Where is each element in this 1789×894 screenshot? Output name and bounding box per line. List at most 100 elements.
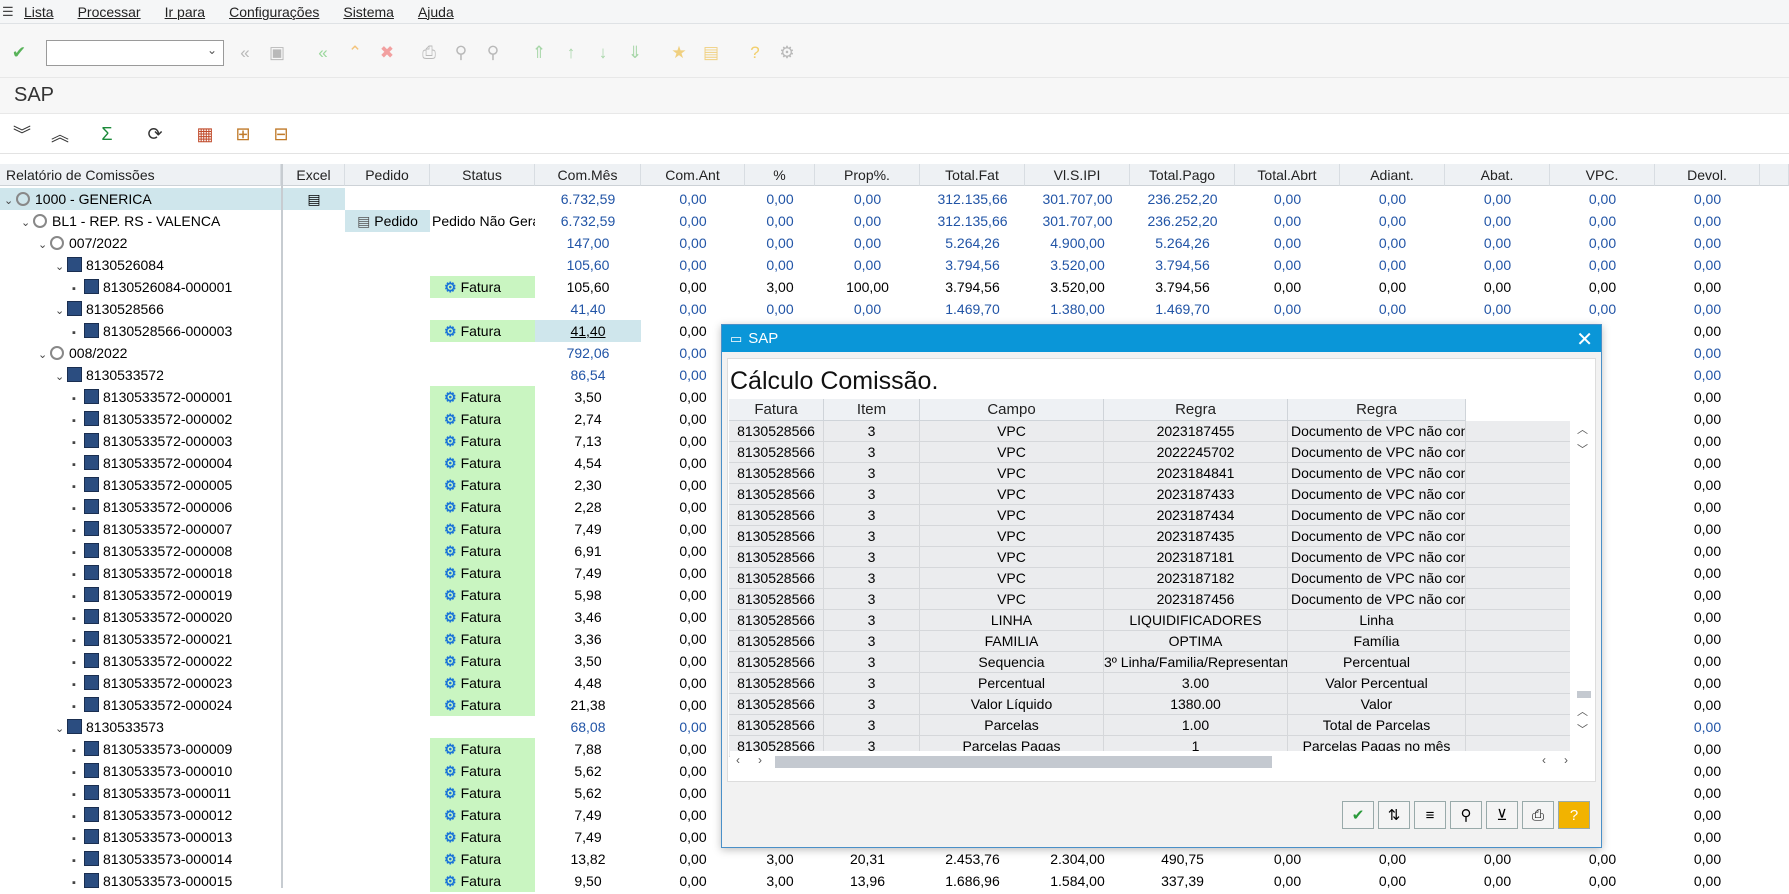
value-cell[interactable]: 7,49 [535,804,641,826]
tree-node[interactable]: ⌄ 008/2022 [38,342,281,364]
value-cell[interactable]: 6,91 [535,540,641,562]
popup-cell[interactable]: VPC [920,421,1104,442]
value-cell[interactable]: 0,00 [1235,298,1340,320]
shortcut-icon[interactable]: ▤ [700,42,722,64]
value-cell[interactable]: 5.264,26 [1130,232,1235,254]
popup-cell[interactable]: Valor Líquido [920,694,1104,715]
value-cell[interactable]: 3,36 [535,628,641,650]
column-header[interactable]: Vl.S.IPI [1025,164,1130,186]
value-cell[interactable]: 0,00 [1655,474,1760,496]
value-cell[interactable]: 41,40 [535,320,641,342]
popup-row[interactable]: 8130528566 3 VPC 2023187181 Documento de VPC… [729,547,1570,568]
value-cell[interactable]: 792,06 [535,342,641,364]
value-cell[interactable]: 0,00 [1340,254,1445,276]
popup-cell[interactable]: 8130528566 [729,463,824,484]
last-page-icon[interactable]: ⇓ [624,42,646,64]
popup-cell[interactable]: 8130528566 [729,568,824,589]
value-cell[interactable]: 0,00 [1655,606,1760,628]
popup-cell[interactable]: Documento de VPC não consi... [1288,505,1466,526]
export-icon[interactable]: ⊞ [230,122,256,146]
value-cell[interactable]: 0,00 [1655,760,1760,782]
popup-column-header[interactable]: Regra [1288,399,1466,421]
status-cell[interactable]: ⚙ Fatura [430,606,535,628]
popup-cell[interactable]: VPC [920,547,1104,568]
value-cell[interactable]: 7,49 [535,826,641,848]
status-cell[interactable]: ⚙ Fatura [430,584,535,606]
menu-item[interactable]: Lista [24,4,54,20]
popup-cell[interactable]: VPC [920,463,1104,484]
value-cell[interactable]: 0,00 [1550,210,1655,232]
popup-row[interactable]: 8130528566 3 VPC 2023187456 Documento de VPC… [729,589,1570,610]
popup-cell[interactable]: 3º Linha/Familia/Representant... [1104,652,1288,673]
column-header[interactable]: Abat. [1445,164,1550,186]
value-cell[interactable]: 2,74 [535,408,641,430]
value-cell[interactable]: 3,00 [745,870,815,892]
value-cell[interactable]: 0,00 [1655,782,1760,804]
column-header[interactable]: Relatório de Comissões [0,164,281,186]
popup-cell[interactable]: 8130528566 [729,505,824,526]
popup-cell[interactable]: Documento de VPC não consi... [1288,526,1466,547]
value-cell[interactable]: 0,00 [1655,804,1760,826]
popup-row[interactable]: 8130528566 3 VPC 2023184841 Documento de VPC… [729,463,1570,484]
value-cell[interactable]: 3.794,56 [1130,254,1235,276]
tree-node[interactable]: ⌄ 8130533572 [55,364,281,386]
value-cell[interactable]: 0,00 [641,232,745,254]
popup-column-header[interactable]: Item [824,399,920,421]
value-cell[interactable]: 0,00 [1550,276,1655,298]
value-cell[interactable]: 0,00 [745,254,815,276]
table-row[interactable]: ⌄ 8130526084 105,60 0,00 0,00 0,00 3.794,56 3.5… [0,254,1789,276]
value-cell[interactable]: 0,00 [1445,848,1550,870]
popup-column-header[interactable]: Fatura [729,399,824,421]
chevron-down-icon[interactable]: ⌄ [55,300,67,322]
chevron-down-icon[interactable]: ⌄ [38,234,50,256]
tree-node[interactable]: ▪ 8130533572-000019 [72,584,281,606]
value-cell[interactable]: 1.686,96 [920,870,1025,892]
status-cell[interactable]: ⚙ Fatura [430,430,535,452]
filter-set-icon[interactable]: ⊻ [1486,801,1518,829]
value-cell[interactable]: 3.520,00 [1025,276,1130,298]
column-header[interactable]: Excel [283,164,345,186]
status-cell[interactable]: ⚙ Fatura [430,738,535,760]
help-icon[interactable]: ? [744,42,766,64]
tree-node[interactable]: ▪ 8130533572-000005 [72,474,281,496]
value-cell[interactable]: 0,00 [745,210,815,232]
menu-item[interactable]: Processar [78,4,141,20]
value-cell[interactable]: 0,00 [641,254,745,276]
value-cell[interactable]: 0,00 [1235,188,1340,210]
menu-item[interactable]: Configurações [229,4,319,20]
value-cell[interactable]: 0,00 [1655,188,1760,210]
popup-row[interactable]: 8130528566 3 FAMILIA OPTIMA Família [729,631,1570,652]
tree-node[interactable]: ⌄ 8130528566 [55,298,281,320]
value-cell[interactable]: 0,00 [815,254,920,276]
value-cell[interactable]: 0,00 [1445,276,1550,298]
popup-cell[interactable]: Documento de VPC não consi... [1288,442,1466,463]
close-icon[interactable]: ✕ [1576,327,1593,352]
value-cell[interactable]: 1.584,00 [1025,870,1130,892]
value-cell[interactable]: 100,00 [815,276,920,298]
popup-row[interactable]: 8130528566 3 Sequencia 3º Linha/Familia/Rep… [729,652,1570,673]
popup-cell[interactable]: 2023187435 [1104,526,1288,547]
popup-cell[interactable]: 2023184841 [1104,463,1288,484]
status-cell[interactable]: ⚙ Fatura [430,496,535,518]
find-next-icon[interactable]: ⚲ [482,42,504,64]
column-header[interactable]: Total.Pago [1130,164,1235,186]
tree-node[interactable]: ▪ 8130533572-000024 [72,694,281,716]
status-cell[interactable]: ⚙ Fatura [430,870,535,892]
popup-cell[interactable]: Documento de VPC não consi... [1288,463,1466,484]
find-icon[interactable]: ⚲ [450,42,472,64]
tree-node[interactable]: ▪ 8130533572-000020 [72,606,281,628]
popup-cell[interactable]: Família [1288,631,1466,652]
scroll-down-icon[interactable]: ﹀ [1577,441,1588,457]
value-cell[interactable]: 0,00 [1655,496,1760,518]
popup-cell[interactable]: Linha [1288,610,1466,631]
menu-icon[interactable]: ☰ [2,4,14,20]
popup-cell[interactable]: 1380.00 [1104,694,1288,715]
value-cell[interactable]: 0,00 [1655,320,1760,342]
popup-cell[interactable]: Documento de VPC não consi... [1288,589,1466,610]
status-cell[interactable]: ⚙ Fatura [430,804,535,826]
menu-item[interactable]: Sistema [343,4,394,20]
value-cell[interactable]: 5.264,26 [920,232,1025,254]
popup-cell[interactable]: 2023187434 [1104,505,1288,526]
popup-row[interactable]: 8130528566 3 LINHA LIQUIDIFICADORES Linha [729,610,1570,631]
value-cell[interactable]: 0,00 [641,848,745,870]
